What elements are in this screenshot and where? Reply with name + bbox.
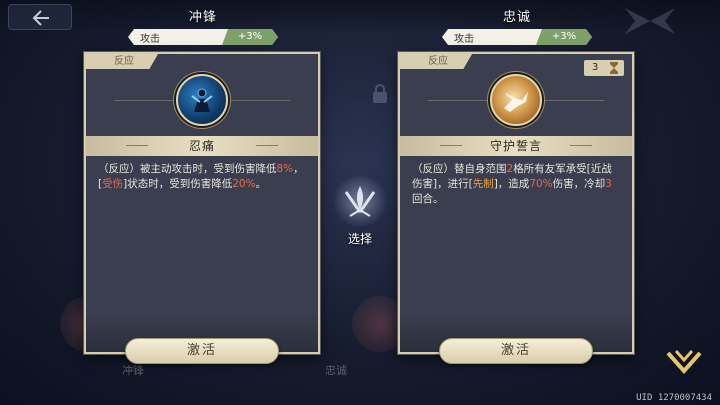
skill-emblem xyxy=(176,74,228,126)
divider xyxy=(544,100,604,101)
skill-description: （反应）替自身范围2格所有友军承受[近战伤害]，进行[先制]，造成70%伤害，冷… xyxy=(412,163,612,205)
right-stat-label: 攻击 xyxy=(454,34,474,45)
counter-value: 3 xyxy=(592,62,599,73)
skill-description: （反应）被主动攻击时，受到伤害降低8%，[受伤]状态时，受到伤害降低20%。 xyxy=(98,163,304,190)
right-option-name: 忠诚 xyxy=(502,10,531,25)
back-arrow-icon xyxy=(32,10,49,26)
skill-card-right[interactable]: 反应 3 守护誓言 （反应）替自身范围2格所有友军承受[近战伤害]，进行[先制]… xyxy=(398,52,634,354)
background-label-right: 忠诚 xyxy=(325,364,347,377)
charge-counter: 3 xyxy=(584,60,624,76)
skill-card-left[interactable]: 反应 忍痛 （反应）被主动攻击时，受到伤害降低8%，[受伤]状态时，受到伤害降低… xyxy=(84,52,320,354)
crossed-swords-leaf-icon xyxy=(344,186,376,217)
user-id: UID 1270007434 xyxy=(636,393,712,403)
activate-button-left[interactable]: 激活 xyxy=(125,338,279,364)
background-label-left: 冲锋 xyxy=(122,364,144,377)
top-bar-shadow xyxy=(0,0,720,34)
left-stat-label: 攻击 xyxy=(140,34,160,45)
card-type-tag: 反应 xyxy=(86,54,158,69)
select-label: 选择 xyxy=(347,232,372,246)
hourglass-icon xyxy=(610,62,618,74)
skill-emblem xyxy=(490,74,542,126)
divider xyxy=(114,100,174,101)
select-toggle[interactable]: 选择 xyxy=(330,176,390,246)
right-stat-bonus: +3% xyxy=(536,29,592,45)
charging-knight-icon xyxy=(504,92,528,112)
lock-icon xyxy=(373,84,387,103)
left-option-name: 冲锋 xyxy=(188,10,217,25)
left-stat-bonus: +3% xyxy=(222,29,278,45)
right-stat-bar: 攻击 +3% xyxy=(442,29,592,45)
chevron-down-icon[interactable] xyxy=(664,347,704,381)
card-type-tag: 反应 xyxy=(400,54,472,69)
wounded-warrior-icon xyxy=(191,88,213,112)
activate-button-right[interactable]: 激活 xyxy=(439,338,593,364)
skill-title: 守护誓言 xyxy=(400,136,632,156)
skill-title: 忍痛 xyxy=(86,136,318,156)
left-stat-bar: 攻击 +3% xyxy=(128,29,278,45)
divider xyxy=(230,100,290,101)
back-button[interactable] xyxy=(8,4,72,30)
decorative-wings-icon xyxy=(625,8,675,34)
left-header: 冲锋 攻击 +3% xyxy=(128,6,278,45)
divider xyxy=(428,100,488,101)
right-header: 忠诚 攻击 +3% xyxy=(442,6,592,45)
